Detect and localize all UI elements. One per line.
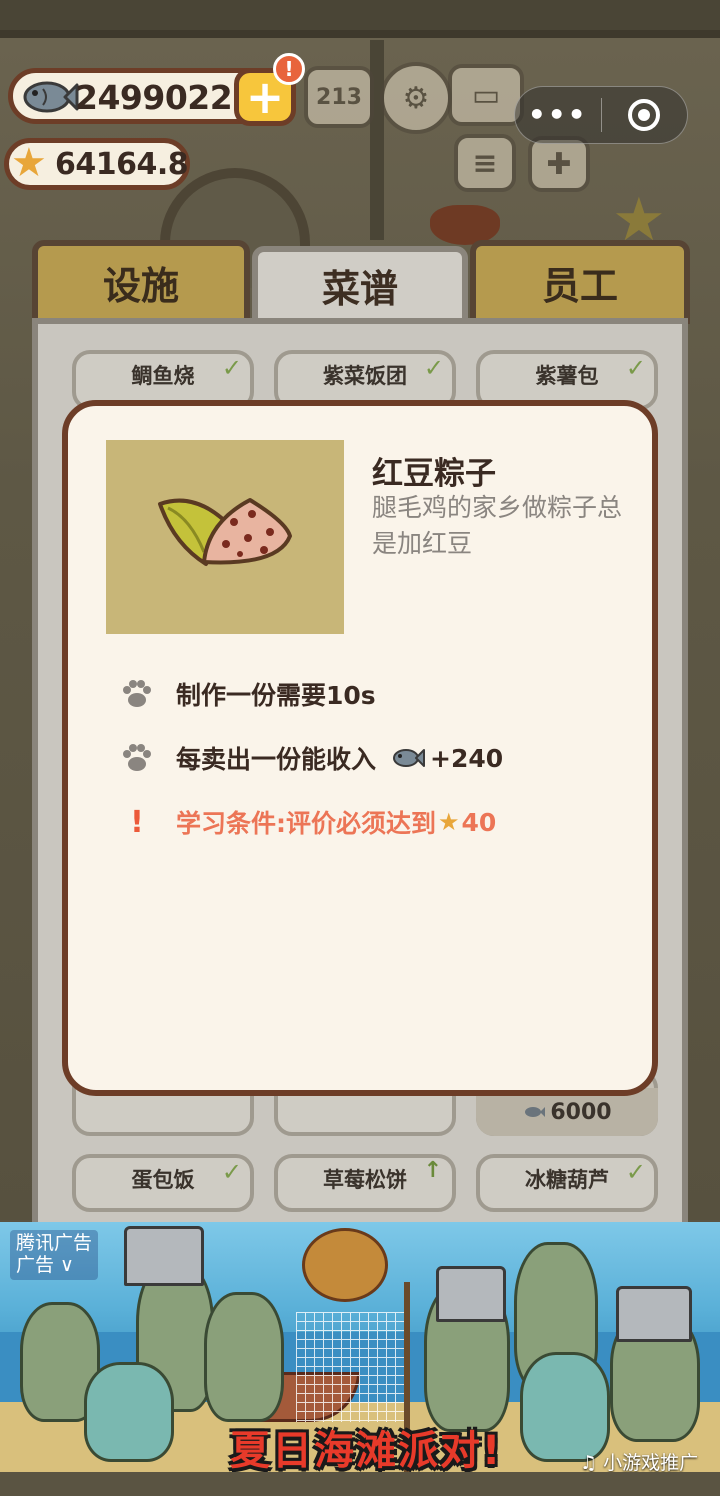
dish-name: 红豆粽子 xyxy=(372,456,496,492)
recipe-card[interactable]: 冰糖葫芦 ✓ xyxy=(476,1154,658,1212)
requirement-value: 40 xyxy=(461,807,497,837)
exclamation-icon: ! xyxy=(130,804,144,840)
bottom-bar xyxy=(0,1472,720,1496)
gamepad-icon[interactable]: ✚ xyxy=(528,136,590,192)
zombie-illustration xyxy=(520,1352,610,1462)
ad-banner[interactable]: 腾讯广告 广告 ∨ 夏日海滩派对! ♫ 小游戏推广 xyxy=(0,1222,720,1472)
mini-program-capsule: ••• xyxy=(514,86,688,144)
star-icon: ★ xyxy=(11,140,47,186)
zombie-illustration xyxy=(84,1362,174,1462)
check-icon: ✓ xyxy=(221,354,242,382)
cook-time-row: 制作一份需要10s xyxy=(120,672,376,716)
more-options-button[interactable]: ••• xyxy=(515,101,601,129)
fish-icon xyxy=(393,749,426,767)
target-icon xyxy=(628,99,661,131)
ad-label-line2: 广告 ∨ xyxy=(16,1254,74,1276)
star-score: 64164.8 xyxy=(55,147,189,182)
alert-badge: ! xyxy=(273,53,305,85)
zongzi-icon xyxy=(158,498,292,566)
tab-facilities[interactable]: 设施 xyxy=(32,240,250,324)
recipe-detail-modal: 红豆粽子 腿毛鸡的家乡做粽子总是加红豆 制作一份需要10s 每卖出一份能收入 +… xyxy=(62,400,658,1096)
zombie-illustration xyxy=(204,1292,284,1422)
income-value: +240 xyxy=(430,743,504,773)
upgrade-arrow-icon: ↑ xyxy=(423,1158,442,1183)
paw-icon xyxy=(123,744,151,771)
fish-icon xyxy=(525,1107,546,1117)
dish-description: 腿毛鸡的家乡做粽子总是加红豆 xyxy=(372,493,623,558)
requirement-row: ! 学习条件:评价必须达到 ★ 40 xyxy=(120,800,496,844)
wall-nut-illustration xyxy=(302,1228,388,1302)
ranking-icon[interactable]: 213 xyxy=(304,66,374,128)
background-bow xyxy=(430,205,500,245)
requirement-label: 学习条件:评价必须达到 xyxy=(176,809,436,838)
fish-count: 24990227 xyxy=(75,78,255,117)
star-icon: ★ xyxy=(438,808,460,836)
fish-icon xyxy=(23,81,79,113)
bucket-hat-illustration xyxy=(436,1266,506,1322)
volleyball-net xyxy=(296,1312,408,1422)
paw-icon xyxy=(123,680,151,707)
cook-time-text: 制作一份需要10s xyxy=(176,681,376,710)
ad-source: ♫ 小游戏推广 xyxy=(580,1452,699,1472)
bucket-hat-illustration xyxy=(124,1226,204,1286)
ad-title: 夏日海滩派对! xyxy=(230,1428,503,1472)
star-score-display: ★ 64164.8 xyxy=(4,138,190,190)
ad-label-line1: 腾讯广告 xyxy=(16,1232,93,1254)
check-icon: ✓ xyxy=(625,1158,646,1186)
tab-staff[interactable]: 员工 xyxy=(470,240,690,324)
income-label: 每卖出一份能收入 xyxy=(176,745,377,774)
check-icon: ✓ xyxy=(625,354,646,382)
bucket-hat-illustration xyxy=(616,1286,692,1342)
notice-board-icon[interactable]: ≡ xyxy=(454,134,516,192)
recipe-card[interactable]: 蛋包饭 ✓ xyxy=(72,1154,254,1212)
income-row: 每卖出一份能收入 +240 xyxy=(120,736,503,780)
dish-image xyxy=(106,440,344,634)
close-mini-program-button[interactable] xyxy=(602,99,688,131)
ad-label[interactable]: 腾讯广告 广告 ∨ xyxy=(10,1230,99,1280)
gear-icon[interactable]: ⚙ xyxy=(380,62,452,134)
book-icon[interactable]: ▭ xyxy=(448,64,524,126)
check-icon: ✓ xyxy=(423,354,444,382)
ranking-label: 213 xyxy=(316,84,362,110)
recipe-price-value: 6000 xyxy=(550,1099,612,1125)
check-icon: ✓ xyxy=(221,1158,242,1186)
tab-recipes[interactable]: 菜谱 xyxy=(252,246,468,324)
recipe-card[interactable]: 草莓松饼 ↑ xyxy=(274,1154,456,1212)
